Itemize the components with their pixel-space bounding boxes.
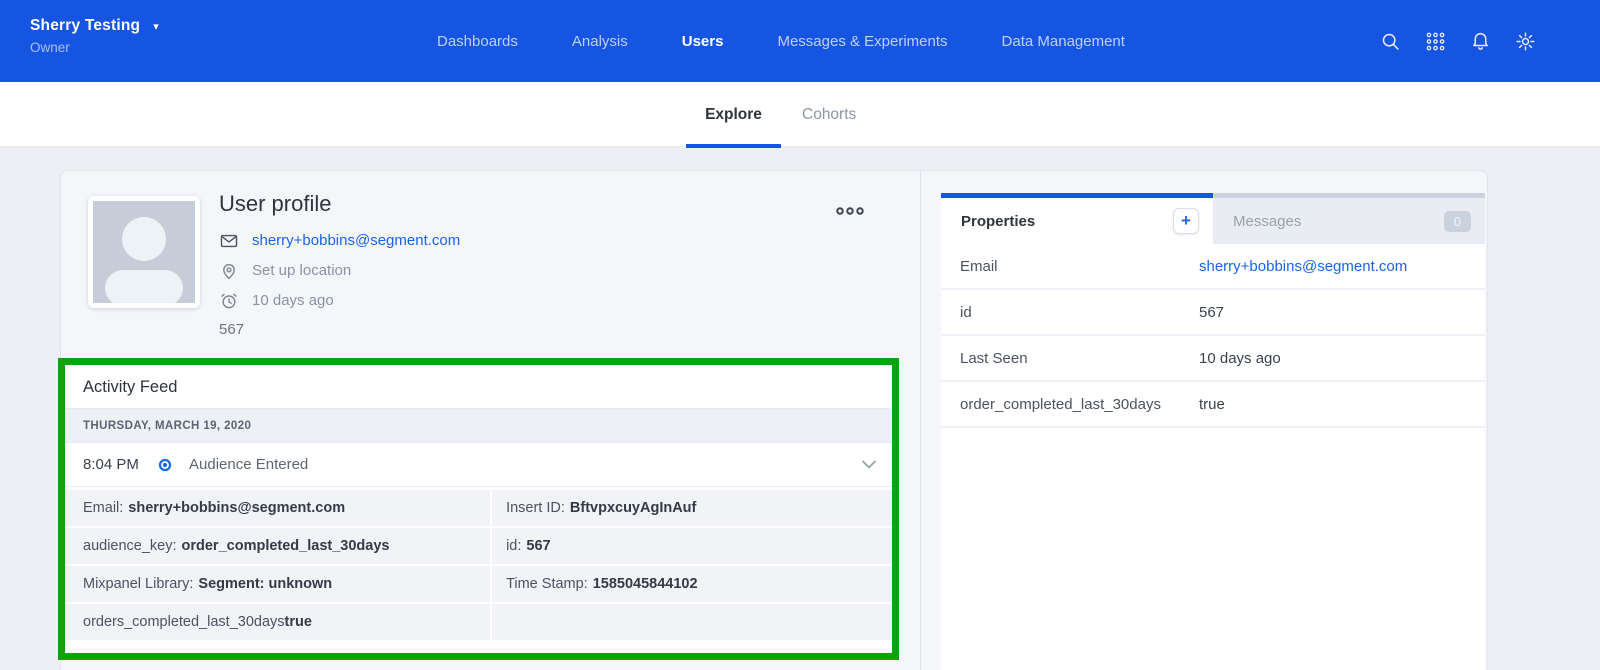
property-row: Email sherry+bobbins@segment.com [941, 244, 1485, 290]
more-options-icon[interactable] [831, 201, 869, 221]
event-name: Audience Entered [189, 456, 862, 473]
nav-item-data-management[interactable]: Data Management [1002, 33, 1125, 50]
event-detail-cell: Time Stamp:1585045844102 [492, 566, 892, 602]
property-row: Last Seen 10 days ago [941, 336, 1485, 382]
nav-item-messages-experiments[interactable]: Messages & Experiments [777, 33, 947, 50]
tab-messages[interactable]: Messages 0 [1213, 193, 1485, 244]
tab-messages-label: Messages [1233, 213, 1301, 230]
profile-location-row: Set up location [219, 260, 460, 281]
page-title: User profile [219, 191, 460, 217]
clock-icon [219, 291, 239, 311]
project-role: Owner [30, 40, 159, 55]
event-detail-cell: Insert ID:BftvpxcuyAgInAuf [492, 490, 892, 526]
event-detail-table: Email:sherry+bobbins@segment.com Insert … [65, 490, 892, 640]
chevron-down-icon[interactable] [862, 460, 876, 469]
search-icon[interactable] [1380, 31, 1401, 52]
profile-email-row: sherry+bobbins@segment.com [219, 230, 460, 251]
event-detail-cell: Mixpanel Library:Segment: unknown [65, 566, 490, 602]
activity-feed-title: Activity Feed [65, 365, 892, 409]
topnav-icons [1380, 0, 1536, 82]
nav-item-users[interactable]: Users [682, 33, 724, 50]
primary-nav: Dashboards Analysis Users Messages & Exp… [437, 0, 1125, 82]
activity-event-row[interactable]: 8:04 PM Audience Entered [65, 443, 892, 487]
active-tab-indicator [686, 144, 781, 148]
avatar [88, 196, 200, 308]
tab-explore[interactable]: Explore [686, 82, 781, 147]
nav-item-dashboards[interactable]: Dashboards [437, 33, 518, 50]
add-property-button[interactable]: + [1173, 208, 1199, 234]
tab-properties[interactable]: Properties + [941, 193, 1213, 244]
event-detail-cell: id:567 [492, 528, 892, 564]
event-detail-cell: Email:sherry+bobbins@segment.com [65, 490, 490, 526]
property-row: order_completed_last_30days true [941, 382, 1485, 428]
properties-tab-bar: Properties + Messages 0 [941, 193, 1485, 244]
profile-section: User profile sherry+bobbins@segment.com … [61, 171, 921, 670]
tab-properties-label: Properties [961, 213, 1035, 230]
project-name: Sherry Testing [30, 17, 140, 35]
tab-cohorts[interactable]: Cohorts [802, 82, 856, 147]
profile-email-link[interactable]: sherry+bobbins@segment.com [252, 232, 460, 249]
notifications-bell-icon[interactable] [1470, 31, 1491, 52]
event-detail-cell: audience_key:order_completed_last_30days [65, 528, 490, 564]
apps-grid-icon[interactable] [1425, 31, 1446, 52]
tab-explore-label: Explore [705, 106, 762, 124]
top-navigation-bar: Sherry Testing ▾ Owner Dashboards Analys… [0, 0, 1600, 82]
setup-location-link[interactable]: Set up location [252, 262, 351, 279]
event-bullseye-icon [158, 458, 172, 472]
last-seen-text: 10 days ago [252, 292, 334, 309]
tab-cohorts-label: Cohorts [802, 106, 856, 124]
location-pin-icon [219, 261, 239, 281]
section-tab-bar: Explore Cohorts [0, 82, 1600, 147]
event-time: 8:04 PM [83, 456, 158, 473]
user-id-text: 567 [219, 321, 460, 338]
nav-item-analysis[interactable]: Analysis [572, 33, 628, 50]
caret-down-icon: ▾ [153, 20, 159, 33]
properties-panel: Properties + Messages 0 Email sherry+bob… [921, 171, 1489, 670]
activity-feed: Activity Feed THURSDAY, MARCH 19, 2020 8… [65, 365, 892, 640]
event-detail-cell: orders_completed_last_30daystrue [65, 604, 490, 640]
properties-table: Email sherry+bobbins@segment.com id 567 … [941, 244, 1485, 670]
mixpanel-users-page: Sherry Testing ▾ Owner Dashboards Analys… [0, 0, 1600, 670]
project-switcher[interactable]: Sherry Testing ▾ Owner [30, 17, 159, 55]
mail-icon [219, 231, 239, 251]
user-detail-card: User profile sherry+bobbins@segment.com … [60, 170, 1488, 670]
profile-info: User profile sherry+bobbins@segment.com … [219, 191, 460, 338]
annotation-highlight-box: Activity Feed THURSDAY, MARCH 19, 2020 8… [58, 358, 899, 660]
property-email-link[interactable]: sherry+bobbins@segment.com [1199, 258, 1407, 275]
property-row: id 567 [941, 290, 1485, 336]
person-silhouette-icon [93, 201, 195, 303]
profile-last-seen-row: 10 days ago [219, 290, 460, 311]
settings-gear-icon[interactable] [1515, 31, 1536, 52]
activity-date-header: THURSDAY, MARCH 19, 2020 [65, 409, 892, 443]
event-detail-cell-empty [492, 604, 892, 640]
messages-count-badge: 0 [1444, 211, 1471, 232]
